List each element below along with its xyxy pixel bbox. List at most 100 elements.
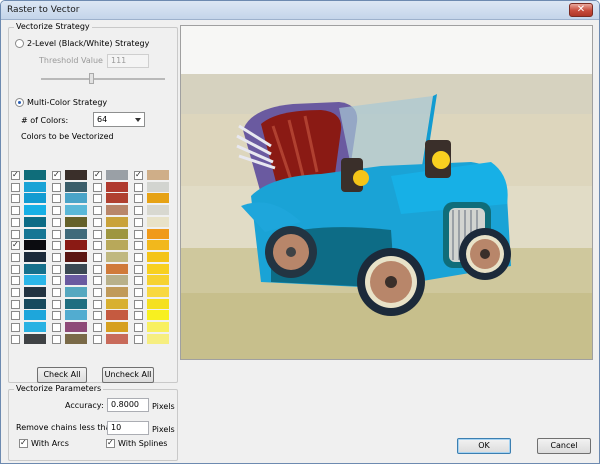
palette-color-cell[interactable] xyxy=(52,275,92,286)
palette-color-checkbox[interactable] xyxy=(52,194,61,204)
palette-color-checkbox[interactable] xyxy=(52,264,61,274)
palette-color-checkbox[interactable] xyxy=(93,241,102,251)
palette-color-checkbox[interactable] xyxy=(93,217,102,227)
palette-color-checkbox[interactable] xyxy=(52,276,61,286)
palette-color-checkbox[interactable] xyxy=(52,217,61,227)
palette-color-checkbox[interactable] xyxy=(52,252,61,262)
palette-color-cell[interactable] xyxy=(52,263,92,275)
palette-color-checkbox[interactable] xyxy=(93,206,102,216)
palette-color-checkbox[interactable] xyxy=(93,229,102,239)
close-icon[interactable]: ✕ xyxy=(569,3,593,17)
palette-color-checkbox[interactable] xyxy=(93,252,102,262)
palette-color-checkbox[interactable] xyxy=(52,206,61,216)
palette-color-cell[interactable] xyxy=(11,263,51,275)
threshold-slider-track[interactable] xyxy=(41,78,165,80)
palette-color-checkbox[interactable] xyxy=(134,299,143,309)
palette-color-cell[interactable] xyxy=(93,322,133,333)
palette-color-checkbox[interactable] xyxy=(93,288,102,297)
threshold-input[interactable]: 111 xyxy=(107,54,149,68)
palette-color-checkbox[interactable] xyxy=(93,299,102,309)
palette-color-checkbox[interactable] xyxy=(134,217,143,227)
palette-color-checkbox[interactable] xyxy=(93,194,102,204)
palette-color-cell[interactable] xyxy=(11,216,51,228)
palette-color-cell[interactable] xyxy=(11,228,51,240)
remove-chains-input[interactable]: 10 xyxy=(107,421,149,435)
palette-color-cell[interactable] xyxy=(134,240,174,251)
palette-color-checkbox[interactable] xyxy=(11,299,20,309)
threshold-slider-thumb[interactable] xyxy=(89,73,94,84)
palette-color-checkbox[interactable] xyxy=(134,229,143,239)
palette-color-cell[interactable] xyxy=(134,310,174,321)
palette-color-checkbox[interactable] xyxy=(11,217,20,227)
palette-color-cell[interactable] xyxy=(134,170,174,181)
palette-color-cell[interactable] xyxy=(11,322,51,333)
palette-color-checkbox[interactable] xyxy=(52,311,61,321)
palette-color-checkbox[interactable] xyxy=(52,229,61,239)
palette-color-checkbox[interactable] xyxy=(11,206,20,216)
palette-color-checkbox[interactable] xyxy=(11,323,20,333)
palette-color-checkbox[interactable] xyxy=(11,334,20,344)
palette-color-cell[interactable] xyxy=(52,170,92,181)
palette-color-checkbox[interactable] xyxy=(134,206,143,216)
palette-color-cell[interactable] xyxy=(93,298,133,310)
palette-color-cell[interactable] xyxy=(134,333,174,345)
palette-color-checkbox[interactable] xyxy=(52,334,61,344)
palette-color-cell[interactable] xyxy=(52,333,92,345)
palette-color-checkbox[interactable] xyxy=(11,194,20,204)
palette-color-cell[interactable] xyxy=(11,275,51,286)
cancel-button[interactable]: Cancel xyxy=(537,438,591,454)
palette-color-cell[interactable] xyxy=(93,251,133,263)
palette-color-checkbox[interactable] xyxy=(93,170,102,180)
palette-color-checkbox[interactable] xyxy=(11,276,20,286)
palette-color-cell[interactable] xyxy=(52,205,92,216)
palette-color-cell[interactable] xyxy=(52,310,92,321)
palette-color-cell[interactable] xyxy=(11,333,51,345)
check-all-button[interactable]: Check All xyxy=(37,367,87,383)
palette-color-cell[interactable] xyxy=(11,205,51,216)
palette-color-checkbox[interactable] xyxy=(93,334,102,344)
ok-button[interactable]: OK xyxy=(457,438,511,454)
palette-color-checkbox[interactable] xyxy=(11,288,20,297)
palette-color-cell[interactable] xyxy=(93,193,133,204)
palette-color-checkbox[interactable] xyxy=(52,323,61,333)
palette-color-checkbox[interactable] xyxy=(52,241,61,251)
palette-color-cell[interactable] xyxy=(11,251,51,263)
palette-color-cell[interactable] xyxy=(11,240,51,251)
palette-color-checkbox[interactable] xyxy=(134,334,143,344)
palette-color-cell[interactable] xyxy=(52,240,92,251)
palette-color-checkbox[interactable] xyxy=(11,311,20,321)
palette-color-cell[interactable] xyxy=(93,228,133,240)
palette-color-checkbox[interactable] xyxy=(11,264,20,274)
num-colors-select[interactable]: 64 xyxy=(93,112,145,127)
palette-color-cell[interactable] xyxy=(93,333,133,345)
two-level-radio-button[interactable] xyxy=(15,39,24,48)
palette-color-cell[interactable] xyxy=(134,193,174,204)
palette-color-cell[interactable] xyxy=(93,275,133,286)
palette-color-checkbox[interactable] xyxy=(134,288,143,297)
palette-color-checkbox[interactable] xyxy=(11,229,20,239)
palette-color-cell[interactable] xyxy=(52,251,92,263)
palette-color-checkbox[interactable] xyxy=(134,241,143,251)
palette-color-cell[interactable] xyxy=(134,263,174,275)
palette-color-cell[interactable] xyxy=(93,287,133,298)
palette-color-checkbox[interactable] xyxy=(52,170,61,180)
multi-color-strategy-radio[interactable]: Multi-Color Strategy xyxy=(15,98,107,107)
palette-color-cell[interactable] xyxy=(134,228,174,240)
palette-color-checkbox[interactable] xyxy=(52,299,61,309)
palette-color-cell[interactable] xyxy=(93,216,133,228)
palette-color-checkbox[interactable] xyxy=(134,311,143,321)
palette-color-cell[interactable] xyxy=(93,310,133,321)
palette-color-checkbox[interactable] xyxy=(11,252,20,262)
palette-color-cell[interactable] xyxy=(93,240,133,251)
palette-color-checkbox[interactable] xyxy=(134,194,143,204)
palette-color-cell[interactable] xyxy=(134,181,174,193)
palette-color-cell[interactable] xyxy=(134,205,174,216)
with-arcs-checkbox[interactable]: With Arcs xyxy=(19,438,69,448)
palette-color-cell[interactable] xyxy=(11,181,51,193)
palette-color-cell[interactable] xyxy=(134,275,174,286)
palette-color-cell[interactable] xyxy=(93,205,133,216)
palette-color-checkbox[interactable] xyxy=(134,170,143,180)
two-level-strategy-radio[interactable]: 2-Level (Black/White) Strategy xyxy=(15,39,149,48)
palette-color-cell[interactable] xyxy=(134,298,174,310)
palette-color-checkbox[interactable] xyxy=(93,182,102,192)
